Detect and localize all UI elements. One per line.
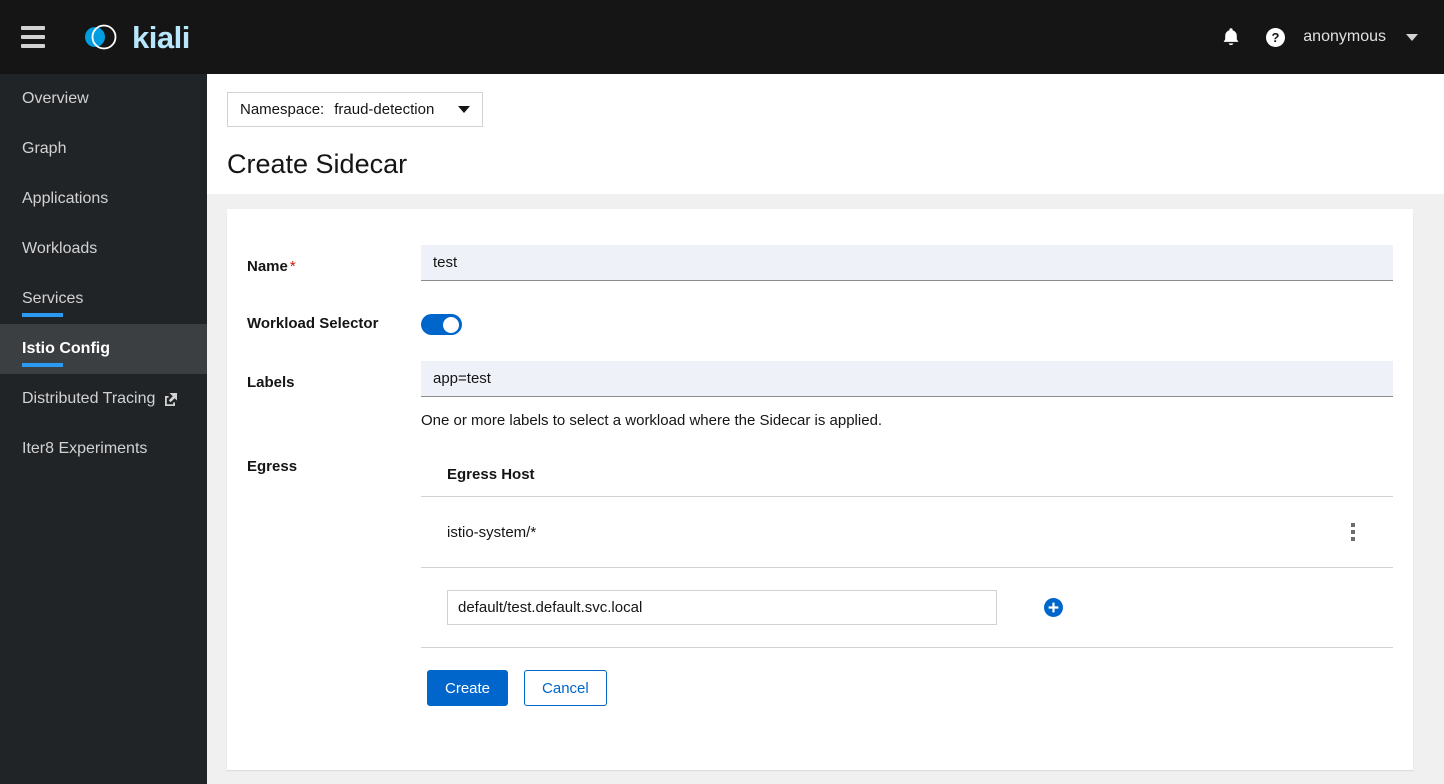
sidebar-item-overview[interactable]: Overview [0, 74, 207, 124]
toggle-knob [443, 316, 459, 333]
namespace-value: fraud-detection [334, 101, 435, 118]
form-row-name: Name * [227, 209, 1413, 281]
kiali-logo-icon [77, 14, 123, 60]
sidebar-item-workloads[interactable]: Workloads [0, 224, 207, 274]
brand-logo[interactable]: kiali [77, 14, 190, 60]
external-link-icon [164, 392, 178, 406]
egress-add-row [421, 568, 1393, 648]
cancel-button[interactable]: Cancel [524, 670, 607, 706]
sidebar-item-istio-config[interactable]: Istio Config [0, 324, 207, 374]
sidebar-item-label: Istio Config [22, 340, 110, 357]
workload-selector-toggle[interactable] [421, 314, 462, 335]
masthead-actions: ? anonymous [1209, 15, 1444, 59]
sidebar-item-distributed-tracing[interactable]: Distributed Tracing [0, 374, 207, 424]
hamburger-bar [21, 35, 45, 39]
egress-label: Egress [247, 458, 298, 475]
namespace-label: Namespace: [240, 101, 325, 118]
egress-host-input[interactable] [447, 590, 997, 625]
sidebar-item-services[interactable]: Services [0, 274, 207, 324]
name-label: Name * [247, 245, 421, 281]
labels-help-text: One or more labels to select a workload … [421, 412, 883, 429]
sidebar: Overview Graph Applications Workloads Se… [0, 74, 207, 784]
labels-control: One or more labels to select a workload … [421, 361, 1393, 429]
hamburger-icon[interactable] [10, 14, 56, 60]
sidebar-item-iter8-experiments[interactable]: Iter8 Experiments [0, 424, 207, 474]
form-row-labels: Labels One or more labels to select a wo… [227, 335, 1413, 429]
name-control [421, 245, 1393, 281]
sidebar-item-label: Iter8 Experiments [22, 440, 148, 457]
sidebar-item-applications[interactable]: Applications [0, 174, 207, 224]
egress-host-column-header: Egress Host [421, 458, 1393, 497]
main-content: Namespace: fraud-detection Create Sideca… [207, 74, 1444, 784]
workload-selector-label: Workload Selector [247, 315, 379, 332]
form-row-workload-selector: Workload Selector [227, 281, 1413, 335]
sidebar-item-label: Distributed Tracing [22, 390, 156, 407]
kebab-menu-icon[interactable] [1343, 523, 1363, 541]
page-header: Namespace: fraud-detection Create Sideca… [207, 74, 1444, 194]
help-circle-icon[interactable]: ? [1253, 15, 1297, 59]
labels-label: Labels [247, 374, 295, 391]
create-sidecar-form-card: Name* Workload Selector Labels One or mo… [227, 209, 1413, 770]
user-name[interactable]: anonymous [1303, 28, 1386, 46]
table-row: istio-system/* [421, 497, 1393, 568]
sidebar-item-label: Overview [22, 90, 89, 107]
plus-circle-icon[interactable] [1044, 598, 1063, 617]
sidebar-item-graph[interactable]: Graph [0, 124, 207, 174]
svg-text:?: ? [1271, 30, 1279, 45]
hamburger-bar [21, 26, 45, 30]
name-label-text: Name [247, 258, 288, 275]
sidebar-item-label: Services [22, 290, 84, 307]
chevron-down-icon [458, 106, 471, 113]
namespace-selector[interactable]: Namespace: fraud-detection [227, 92, 484, 127]
brand-name: kiali [132, 19, 190, 55]
workload-selector-control [421, 305, 1393, 335]
kebab-dot [1351, 523, 1355, 527]
egress-host-value: istio-system/* [447, 523, 537, 541]
sidebar-item-label: Workloads [22, 240, 98, 257]
masthead: kiali ? anonymous [0, 0, 1444, 74]
page-title: Create Sidecar [227, 149, 408, 179]
bell-icon[interactable] [1209, 15, 1253, 59]
create-button[interactable]: Create [427, 670, 509, 706]
kebab-dot [1351, 530, 1355, 534]
sidebar-item-label: Graph [22, 140, 67, 157]
kebab-dot [1351, 537, 1355, 541]
chevron-down-icon[interactable] [1406, 33, 1418, 41]
form-actions: Create Cancel [227, 648, 1413, 706]
required-marker: * [289, 258, 296, 275]
form-row-egress: Egress Egress Host istio-system/* [227, 429, 1413, 648]
hamburger-bar [21, 44, 45, 48]
egress-control: Egress Host istio-system/* [421, 458, 1393, 648]
sidebar-item-label: Applications [22, 190, 109, 207]
name-input[interactable] [421, 245, 1393, 281]
egress-table: Egress Host istio-system/* [421, 458, 1393, 648]
labels-input[interactable] [421, 361, 1393, 397]
